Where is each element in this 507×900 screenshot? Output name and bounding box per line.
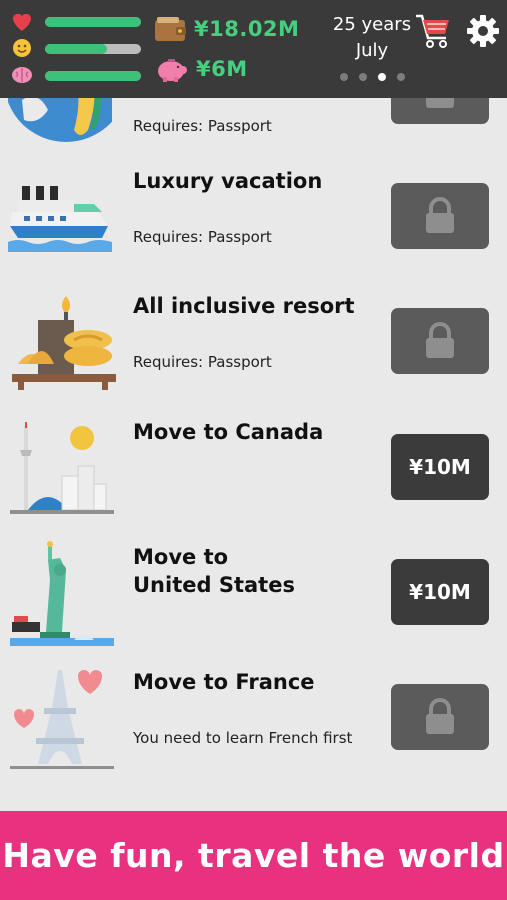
- piggy-bank-icon: [158, 59, 187, 82]
- happiness-stat: [10, 36, 34, 60]
- page-dot[interactable]: [340, 73, 348, 81]
- heart-icon: [10, 10, 34, 34]
- cruise-ship-icon: [8, 186, 112, 252]
- item-requirement: You need to learn French first: [133, 729, 353, 747]
- banner-text: Have fun, travel the world: [2, 836, 505, 875]
- lock-icon: [426, 698, 454, 734]
- page-dot[interactable]: [359, 73, 367, 81]
- gear-icon: [467, 15, 499, 47]
- buy-button[interactable]: ¥10M: [391, 559, 489, 625]
- lock-icon: [426, 197, 454, 233]
- locked-button[interactable]: [391, 183, 489, 249]
- current-month: July: [355, 40, 389, 61]
- toronto-skyline-icon: [10, 422, 114, 514]
- item-requirement: Requires: Passport: [133, 228, 272, 246]
- item-requirement: Requires: Passport: [133, 117, 272, 135]
- item-title: Move to: [133, 545, 229, 569]
- item-title: Move to France: [133, 670, 315, 694]
- savings-value: ¥6M: [196, 57, 248, 81]
- locked-button[interactable]: [391, 684, 489, 750]
- age-display: 25 years July: [332, 12, 412, 64]
- promo-banner: Have fun, travel the world: [0, 811, 507, 900]
- page-dot[interactable]: [378, 73, 386, 81]
- age-years: 25 years: [332, 14, 412, 35]
- resort-icon: [12, 296, 116, 390]
- health-bar: [45, 17, 141, 27]
- smiley-icon: [10, 36, 34, 60]
- item-title: United States: [133, 573, 295, 597]
- item-title: Move to Canada: [133, 420, 324, 444]
- shop-button[interactable]: [414, 12, 452, 54]
- page-indicator[interactable]: [340, 73, 405, 81]
- health-stat: [10, 10, 34, 34]
- eiffel-tower-icon: [10, 670, 114, 769]
- smarts-bar: [45, 71, 141, 81]
- price-label: ¥10M: [409, 580, 471, 604]
- wallet-icon: [155, 17, 186, 41]
- cash-value: ¥18.02M: [194, 17, 300, 41]
- page-dot[interactable]: [397, 73, 405, 81]
- lock-icon: [426, 322, 454, 358]
- price-label: ¥10M: [409, 455, 471, 479]
- settings-button[interactable]: [466, 14, 500, 52]
- cash-display: ¥18.02M: [154, 16, 299, 42]
- status-header: ¥18.02M ¥6M 25 years July: [0, 0, 507, 98]
- locked-button[interactable]: [391, 308, 489, 374]
- savings-display: ¥6M: [156, 55, 248, 83]
- brain-icon: [10, 63, 34, 87]
- buy-button[interactable]: ¥10M: [391, 434, 489, 500]
- smarts-stat: [10, 63, 34, 87]
- item-requirement: Requires: Passport: [133, 353, 272, 371]
- happiness-bar: [45, 44, 141, 54]
- item-title: Luxury vacation: [133, 169, 323, 193]
- shopping-cart-icon: [416, 14, 449, 48]
- statue-of-liberty-icon: [10, 541, 114, 646]
- item-title: All inclusive resort: [133, 294, 355, 318]
